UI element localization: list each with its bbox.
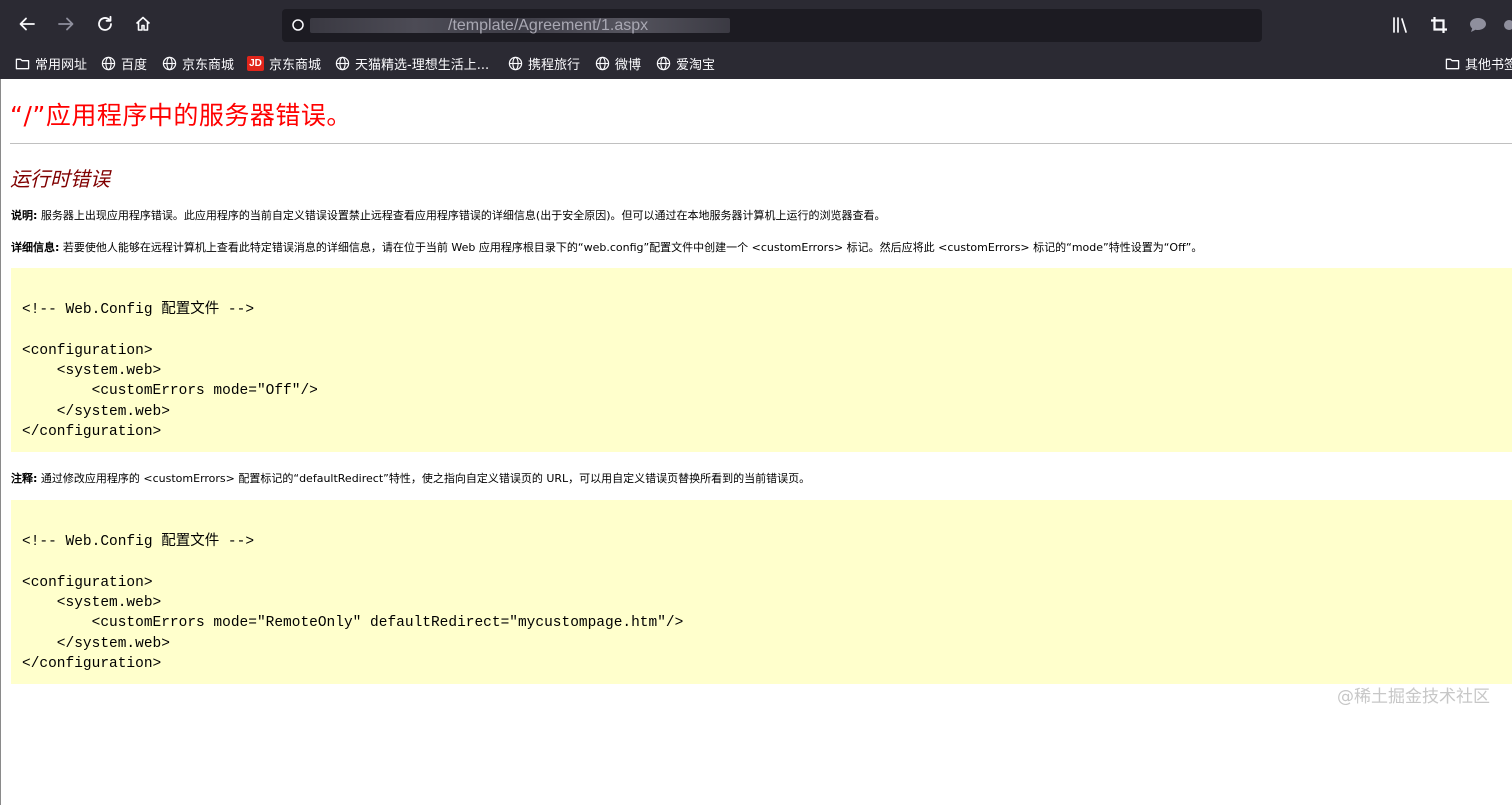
details-label: 详细信息: bbox=[11, 241, 60, 254]
site-info-icon[interactable] bbox=[290, 17, 306, 33]
bookmark-ctrip[interactable]: 携程旅行 bbox=[508, 54, 580, 73]
bookmark-label: 百度 bbox=[121, 58, 148, 73]
description-label: 说明: bbox=[11, 209, 38, 222]
description-text: 服务器上出现应用程序错误。此应用程序的当前自定义错误设置禁止远程查看应用程序错误… bbox=[37, 209, 886, 222]
bookmark-aitaobao[interactable]: 爱淘宝 bbox=[656, 54, 715, 73]
details-text: 若要使他人能够在远程计算机上查看此特定错误消息的详细信息，请在位于当前 Web … bbox=[59, 241, 1203, 254]
crop-icon bbox=[1431, 17, 1447, 33]
bookmark-jd-1[interactable]: 京东商城 bbox=[162, 54, 234, 73]
bookmark-jd-2[interactable]: JD 京东商城 bbox=[247, 54, 321, 73]
bookmark-baidu[interactable]: 百度 bbox=[101, 54, 147, 73]
library-icon bbox=[1393, 17, 1407, 33]
bookmark-label: 爱淘宝 bbox=[676, 58, 716, 73]
jd-icon: JD bbox=[247, 56, 264, 71]
chat-button[interactable] bbox=[1466, 13, 1490, 37]
error-subtitle: 运行时错误 bbox=[10, 167, 110, 191]
watermark: @稀土掘金技术社区 bbox=[1337, 687, 1490, 707]
globe-icon bbox=[162, 56, 177, 71]
code-text: <!-- Web.Config 配置文件 --> <configuration>… bbox=[22, 302, 318, 441]
home-icon bbox=[135, 16, 151, 31]
screenshot-button[interactable] bbox=[1427, 13, 1451, 37]
bookmark-weibo[interactable]: 微博 bbox=[595, 54, 641, 73]
notes-text: 通过修改应用程序的 <customErrors> 配置标记的“defaultRe… bbox=[37, 472, 811, 485]
bookmark-label: 微博 bbox=[615, 58, 642, 73]
bookmarks-bar: 常用网址 百度 京东商城 JD 京东商城 天猫精选-理想生活上... 携程旅行 … bbox=[0, 48, 1512, 79]
browser-toolbar: /template/Agreement/1.aspx bbox=[0, 0, 1512, 48]
folder-icon bbox=[15, 58, 30, 70]
globe-icon bbox=[101, 56, 116, 71]
code-text: <!-- Web.Config 配置文件 --> <configuration>… bbox=[22, 534, 684, 673]
details-paragraph: 详细信息: 若要使他人能够在远程计算机上查看此特定错误消息的详细信息，请在位于当… bbox=[11, 239, 1202, 255]
bookmark-label: 携程旅行 bbox=[528, 58, 581, 73]
notes-paragraph: 注释: 通过修改应用程序的 <customErrors> 配置标记的“defau… bbox=[11, 470, 810, 486]
reload-icon bbox=[98, 15, 112, 31]
bookmark-common-sites[interactable]: 常用网址 bbox=[15, 54, 87, 73]
bookmark-label: 天猫精选-理想生活上... bbox=[355, 58, 490, 73]
reload-button[interactable] bbox=[92, 11, 118, 37]
arrow-right-icon bbox=[58, 17, 74, 31]
page-content: “/”应用程序中的服务器错误。 运行时错误 说明: 服务器上出现应用程序错误。此… bbox=[0, 79, 1512, 805]
globe-icon bbox=[595, 56, 610, 71]
url-bar[interactable]: /template/Agreement/1.aspx bbox=[282, 9, 1262, 42]
globe-icon bbox=[335, 56, 350, 71]
bookmark-label: 京东商城 bbox=[182, 58, 235, 73]
browser-chrome: /template/Agreement/1.aspx 常用网址 百度 京东商城 bbox=[0, 0, 1512, 79]
bookmark-label: 京东商城 bbox=[269, 58, 322, 73]
description-paragraph: 说明: 服务器上出现应用程序错误。此应用程序的当前自定义错误设置禁止远程查看应用… bbox=[11, 207, 885, 223]
folder-icon bbox=[1445, 58, 1460, 70]
code-block-off: <!-- Web.Config 配置文件 --> <configuration>… bbox=[11, 268, 1512, 452]
overflow-icon-partial[interactable] bbox=[1500, 13, 1512, 37]
back-button[interactable] bbox=[14, 11, 40, 37]
page-title: “/”应用程序中的服务器错误。 bbox=[10, 101, 352, 130]
library-button[interactable] bbox=[1389, 13, 1413, 37]
globe-icon bbox=[508, 56, 523, 71]
notes-label: 注释: bbox=[11, 472, 38, 485]
other-bookmarks-folder[interactable]: 其他书签 bbox=[1445, 54, 1512, 73]
toolbar-extra-icon bbox=[1504, 20, 1512, 30]
forward-button[interactable] bbox=[53, 11, 79, 37]
chat-bubble-icon bbox=[1470, 18, 1486, 32]
bookmark-label: 常用网址 bbox=[35, 58, 88, 73]
home-button[interactable] bbox=[130, 11, 156, 37]
arrow-left-icon bbox=[19, 17, 35, 31]
code-block-remoteonly: <!-- Web.Config 配置文件 --> <configuration>… bbox=[11, 500, 1512, 684]
url-text: /template/Agreement/1.aspx bbox=[448, 17, 649, 34]
divider bbox=[10, 143, 1512, 144]
other-bookmarks-label: 其他书签 bbox=[1465, 58, 1512, 73]
bookmark-tmall[interactable]: 天猫精选-理想生活上... bbox=[335, 54, 489, 73]
globe-icon bbox=[656, 56, 671, 71]
